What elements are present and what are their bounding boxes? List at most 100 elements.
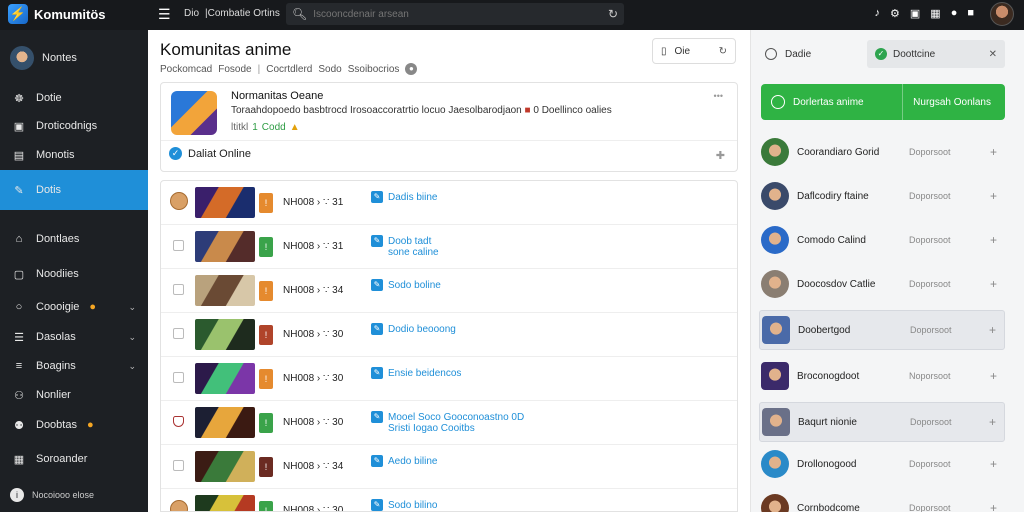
more-options-icon[interactable]: •••: [714, 91, 723, 101]
info-icon: i: [10, 488, 24, 502]
sidebar-item[interactable]: ⚉ Doobtas ●: [0, 413, 148, 437]
breadcrumb-item[interactable]: Cocrtdlerd: [266, 64, 312, 75]
community-thumbnail[interactable]: [171, 91, 217, 135]
edit-icon: ✎: [371, 191, 383, 203]
add-icon[interactable]: +: [989, 323, 996, 337]
sidebar-item[interactable]: ☰ Dasolas ⌄: [0, 325, 148, 349]
table-row[interactable]: ! NH008 › ∵ 31 ✎ Dadis biine: [161, 181, 737, 225]
row-link[interactable]: ✎ Dadis biine: [371, 191, 437, 203]
settings-icon[interactable]: ⚙: [890, 7, 900, 20]
join-button[interactable]: Dorlertas anime Nurgsah Oonlans: [761, 84, 1005, 120]
list-item[interactable]: Daflcodiry ftaine Doporsoot +: [759, 176, 1005, 216]
list-item[interactable]: Baqurt nionie Doporsoot +: [759, 402, 1005, 442]
row-thumbnail[interactable]: [195, 275, 255, 306]
search-action-icon[interactable]: ↻: [608, 7, 618, 21]
table-row[interactable]: ! NH008 › ∵ 31 ✎ Doob tadt sone caline: [161, 225, 737, 269]
list-item[interactable]: Comodo Calind Doporsoot +: [759, 220, 1005, 260]
chevron-down-icon[interactable]: ⌄: [128, 332, 136, 343]
table-row[interactable]: ! NH008 › ∵ 30 ✎ Ensie beidencos: [161, 357, 737, 401]
add-icon[interactable]: +: [990, 369, 997, 383]
sidebar-footer[interactable]: i Nocoiooo elose: [10, 488, 94, 502]
sidebar-item[interactable]: ▦ Soroander: [0, 447, 148, 471]
join-button-label: Dorlertas anime: [793, 96, 864, 108]
row-status-icon[interactable]: [173, 416, 184, 427]
row-thumbnail[interactable]: [195, 407, 255, 438]
row-link[interactable]: ✎ Dodio beooong: [371, 323, 456, 335]
table-row[interactable]: ! NH008 › ∵ 34 ✎ Sodo boline: [161, 269, 737, 313]
join-button-secondary[interactable]: Nurgsah Oonlans: [902, 84, 1005, 120]
sidebar-user[interactable]: Nontes: [10, 46, 77, 70]
chevron-down-icon[interactable]: ⌄: [128, 302, 136, 313]
row-link[interactable]: ✎ Sodo boline: [371, 279, 441, 291]
add-icon[interactable]: +: [990, 233, 997, 247]
app-logo[interactable]: ⚡ Komumitös: [8, 4, 106, 24]
breadcrumb-item[interactable]: Sodo: [318, 64, 341, 75]
sidebar-item[interactable]: ≡ Boagins ⌄: [0, 354, 148, 378]
close-icon[interactable]: ✕: [989, 49, 997, 60]
sidebar-item[interactable]: ▣ Droticodnigs: [0, 114, 148, 138]
list-item[interactable]: Doobertgod Doporsoot +: [759, 310, 1005, 350]
sidebar-item[interactable]: ⚇ Nonlier: [0, 383, 148, 407]
bell-icon[interactable]: ♪: [875, 7, 881, 20]
top-action-button[interactable]: ▯ Oie ↻: [652, 38, 736, 64]
add-icon[interactable]: +: [990, 189, 997, 203]
sidebar-item[interactable]: ▢ Noodiies: [0, 262, 148, 286]
add-icon[interactable]: +: [990, 277, 997, 291]
list-item[interactable]: Doocosdov Catlie Doporsoot +: [759, 264, 1005, 304]
search-input[interactable]: [313, 8, 602, 20]
sidebar-item[interactable]: ▤ Monotis: [0, 143, 148, 167]
table-row[interactable]: ! NH008 › ∵ 30 ✎ Mooel Soco Gooconoastno 0D…: [161, 401, 737, 445]
row-checkbox[interactable]: [173, 460, 184, 471]
row-checkbox[interactable]: [173, 240, 184, 251]
grid-icon[interactable]: ▦: [930, 7, 940, 20]
row-status-icon[interactable]: [170, 500, 188, 511]
row-link[interactable]: ✎ Sodo bilino: [371, 499, 437, 511]
right-panel-header[interactable]: Dadie: [765, 48, 811, 60]
row-link[interactable]: ✎ Ensie beidencos: [371, 367, 461, 379]
list-item[interactable]: Broconogdoot Noporsoot +: [759, 356, 1005, 396]
add-icon[interactable]: +: [990, 501, 997, 512]
chevron-down-icon[interactable]: ⌄: [128, 361, 136, 372]
row-link[interactable]: ✎ Mooel Soco Gooconoastno 0D Sristi Iogao…: [371, 411, 524, 434]
breadcrumb-item[interactable]: Pockomcad: [160, 64, 212, 75]
mail-icon[interactable]: ■: [967, 7, 974, 20]
row-thumbnail[interactable]: [195, 231, 255, 262]
add-icon[interactable]: +: [990, 457, 997, 471]
row-checkbox[interactable]: [173, 284, 184, 295]
add-icon[interactable]: +: [989, 415, 996, 429]
top-nav-item[interactable]: Dio: [184, 8, 199, 19]
refresh-icon[interactable]: ↻: [719, 46, 727, 57]
table-row[interactable]: ! NH008 › ∵ 30 ✎ Sodo bilino: [161, 489, 737, 511]
row-link[interactable]: ✎ Doob tadt sone caline: [371, 235, 439, 258]
breadcrumb-item[interactable]: Fosode: [218, 64, 251, 75]
card-footer[interactable]: ✓ Daliat Online: [169, 147, 251, 160]
row-status-icon[interactable]: [170, 192, 188, 210]
list-item[interactable]: Cornbodcome Doporsoot +: [759, 488, 1005, 512]
add-icon[interactable]: +: [990, 145, 997, 159]
hamburger-menu-icon[interactable]: ☰: [158, 7, 172, 21]
breadcrumb-item[interactable]: Ssoibocrios: [348, 64, 400, 75]
search-bar[interactable]: 🔍︎ ↻: [286, 3, 624, 25]
sidebar-item[interactable]: ☸ Dotie: [0, 86, 148, 110]
row-checkbox[interactable]: [173, 372, 184, 383]
row-thumbnail[interactable]: [195, 451, 255, 482]
user-avatar[interactable]: [990, 2, 1014, 26]
row-checkbox[interactable]: [173, 328, 184, 339]
row-thumbnail[interactable]: [195, 495, 255, 511]
row-link[interactable]: ✎ Aedo biline: [371, 455, 437, 467]
sidebar-item[interactable]: ○ Coooigie ● ⌄: [0, 295, 148, 319]
info-icon[interactable]: ●: [405, 63, 418, 75]
sidebar-item-active[interactable]: ✎ Dotis: [0, 170, 148, 210]
table-row[interactable]: ! NH008 › ∵ 30 ✎ Dodio beooong: [161, 313, 737, 357]
list-item[interactable]: Coorandiaro Gorid Doporsoot +: [759, 132, 1005, 172]
row-thumbnail[interactable]: [195, 363, 255, 394]
row-thumbnail[interactable]: [195, 187, 255, 218]
notification-icon[interactable]: ●: [951, 7, 958, 20]
top-nav-item[interactable]: |Combatie Ortins: [205, 8, 280, 19]
sidebar-item[interactable]: ⌂ Dontlaes: [0, 227, 148, 251]
chat-icon[interactable]: ▣: [910, 7, 920, 20]
add-icon[interactable]: ✚: [716, 149, 725, 162]
table-row[interactable]: ! NH008 › ∵ 34 ✎ Aedo biline: [161, 445, 737, 489]
list-item[interactable]: Drollonogood Doporsoot +: [759, 444, 1005, 484]
row-thumbnail[interactable]: [195, 319, 255, 350]
